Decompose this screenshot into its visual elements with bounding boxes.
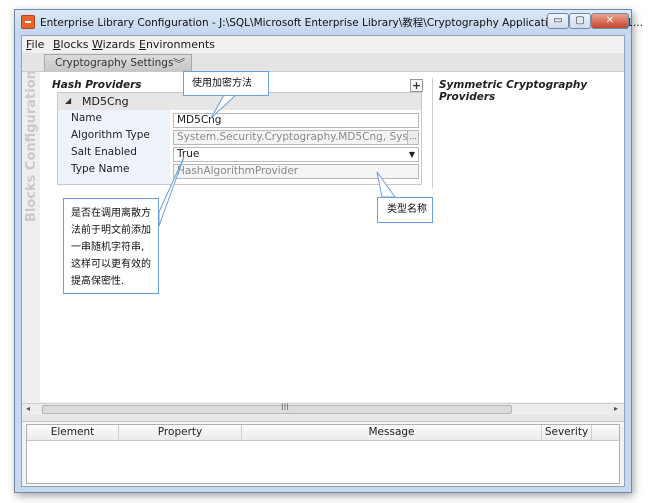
col-element[interactable]: Element (27, 425, 119, 441)
prop-label-salt-enabled: Salt Enabled (71, 146, 137, 158)
section-divider (432, 78, 433, 188)
minimize-button[interactable]: ▭ (547, 13, 569, 29)
col-severity[interactable]: Severity (542, 425, 592, 441)
callout-encryption-method: 使用加密方法 (183, 71, 269, 96)
provider-name: MD5Cng (82, 95, 129, 108)
tab-cryptography-settings[interactable]: Cryptography Settings ︾ (44, 54, 192, 71)
collapse-triangle-icon[interactable]: ◢ (65, 96, 71, 105)
callout-encryption-text: 使用加密方法 (192, 78, 252, 89)
salt-enabled-dropdown[interactable]: True ▼ (173, 147, 419, 162)
hash-providers-title: Hash Providers (52, 79, 142, 91)
callout-salt-note: 是否在调用离散方法前于明文前添加一串随机字符串,这样可以更有效的提高保密性. (63, 198, 159, 294)
validation-results-grid: Element Property Message Severity (26, 424, 620, 484)
provider-card-md5cng: ◢ MD5Cng Name Algorithm Type Salt Enable… (57, 92, 422, 185)
menu-environments[interactable]: Environments (139, 38, 215, 51)
salt-enabled-value: True (177, 148, 200, 160)
algorithm-type-value: System.Security.Cryptography.MD5Cng, Sys… (177, 131, 419, 143)
results-header: Element Property Message Severity (27, 425, 619, 441)
scroll-right-icon[interactable]: ▸ (614, 404, 618, 413)
plus-icon: + (411, 79, 422, 92)
title-bar[interactable]: Enterprise Library Configuration - J:\SQ… (15, 10, 643, 34)
horizontal-scrollbar[interactable]: ◂ III ▸ (22, 403, 624, 415)
sidebar-vertical-label: Blocks Configuration (24, 70, 39, 222)
name-field[interactable]: MD5Cng (173, 113, 419, 128)
col-property[interactable]: Property (119, 425, 242, 441)
menu-wizards[interactable]: Wizards (92, 38, 135, 51)
callout-salt-text: 是否在调用离散方法前于明文前添加一串随机字符串,这样可以更有效的提高保密性. (71, 208, 151, 287)
panel-splitter[interactable] (22, 415, 624, 422)
scroll-left-icon[interactable]: ◂ (26, 404, 30, 413)
property-labels-panel: Name Algorithm Type Salt Enabled Type Na… (58, 110, 170, 184)
menu-file[interactable]: File (26, 38, 44, 51)
callout-type-name: 类型名称 (377, 197, 433, 223)
menu-blocks[interactable]: Blocks (53, 38, 88, 51)
tab-bar: Cryptography Settings ︾ (22, 53, 624, 72)
col-message[interactable]: Message (242, 425, 542, 441)
app-icon (21, 15, 35, 29)
blocks-configuration-sidebar: Blocks Configuration (22, 70, 40, 412)
scroll-grip-icon: III (281, 403, 289, 413)
chevron-double-down-icon[interactable]: ︾ (173, 55, 185, 72)
scroll-thumb[interactable]: III (42, 403, 512, 414)
close-button[interactable]: ✕ (591, 13, 629, 29)
menu-bar: File Blocks Wizards Environments (22, 36, 624, 53)
add-hash-provider-button[interactable]: + (410, 79, 423, 92)
prop-label-type-name: Type Name (71, 163, 130, 175)
prop-label-name: Name (71, 112, 102, 124)
prop-label-algorithm-type: Algorithm Type (71, 129, 150, 141)
tab-label: Cryptography Settings (55, 57, 174, 69)
browse-button[interactable]: … (407, 131, 418, 144)
symmetric-providers-title: Symmetric Cryptography Providers (439, 79, 588, 103)
type-name-field: HashAlgorithmProvider (173, 164, 419, 179)
maximize-button[interactable]: ▢ (569, 13, 591, 29)
algorithm-type-field[interactable]: System.Security.Cryptography.MD5Cng, Sys… (173, 130, 419, 145)
dropdown-arrow-icon[interactable]: ▼ (409, 148, 415, 161)
callout-type-name-text: 类型名称 (387, 204, 427, 215)
